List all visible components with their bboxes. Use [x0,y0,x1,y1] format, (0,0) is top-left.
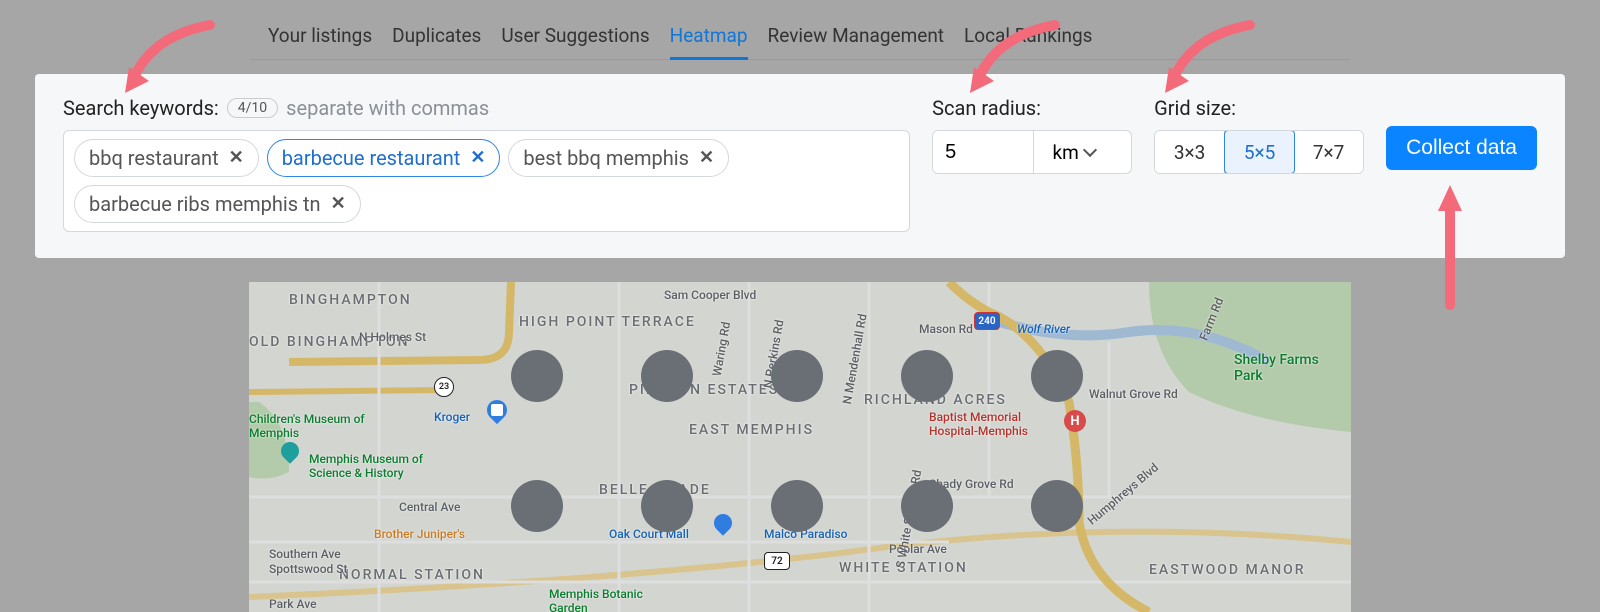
grid-label: Grid size: [1154,96,1236,120]
radius-label: Scan radius: [932,96,1041,120]
heatmap-dot [1031,480,1083,532]
heatmap-dot [901,350,953,402]
tab-your-listings[interactable]: Your listings [268,24,372,60]
keyword-chip-label: bbq restaurant [89,146,219,170]
close-icon[interactable]: ✕ [699,149,714,167]
tab-review-management[interactable]: Review Management [768,24,945,60]
radius-input[interactable] [933,131,1033,173]
grid-option-3x3[interactable]: 3×3 [1155,131,1225,173]
map-neighborhood: EASTWOOD MANOR [1149,562,1306,578]
heatmap-dot [771,350,823,402]
chevron-down-icon [1083,143,1097,157]
keyword-chip[interactable]: barbecue ribs memphis tn ✕ [74,185,361,223]
keywords-input[interactable]: bbq restaurant ✕ barbecue restaurant ✕ b… [63,130,910,232]
heatmap-dot [511,480,563,532]
map-preview[interactable]: BINGHAMPTON OLD BINGHAMPTON HIGH POINT T… [249,282,1351,612]
grid-option-5x5[interactable]: 5×5 [1224,130,1295,174]
keyword-chip[interactable]: best bbq memphis ✕ [508,139,729,177]
keyword-chip-label: barbecue ribs memphis tn [89,192,321,216]
map-road: Southern Ave [269,547,341,561]
map-neighborhood: EAST MEMPHIS [689,422,814,438]
heatmap-dot [641,350,693,402]
map-poi: Baptist Memorial Hospital-Memphis [929,410,1059,438]
grid-size-control: 3×3 5×5 7×7 [1154,130,1364,174]
keywords-counter: 4/10 [227,98,278,118]
map-road: Wolf River [1017,322,1070,336]
keyword-chip[interactable]: barbecue restaurant ✕ [267,139,501,177]
tabs: Your listings Duplicates User Suggestion… [250,0,1350,60]
map-road: Central Ave [399,500,460,514]
map-road: Sam Cooper Blvd [664,288,756,302]
collect-data-button[interactable]: Collect data [1386,126,1537,170]
heatmap-config-panel: Search keywords: 4/10 separate with comm… [35,74,1565,258]
map-poi: Kroger [434,410,470,424]
heatmap-dot [901,480,953,532]
keywords-column: Search keywords: 4/10 separate with comm… [63,96,910,232]
map-poi: Brother Juniper's [374,527,465,541]
radius-unit-value: km [1052,141,1078,164]
tabs-container: Your listings Duplicates User Suggestion… [0,0,1600,60]
map-neighborhood: NORMAL STATION [339,567,485,583]
close-icon[interactable]: ✕ [331,195,346,213]
keyword-chip-label: best bbq memphis [523,146,689,170]
map-poi: Memphis Botanic Garden [549,587,669,612]
map-poi: Children's Museum of Memphis [249,412,369,440]
highway-shield: 72 [764,552,790,570]
tab-local-rankings[interactable]: Local Rankings [964,24,1092,60]
close-icon[interactable]: ✕ [470,149,485,167]
grid-column: Grid size: 3×3 5×5 7×7 [1154,96,1364,174]
map-poi: Memphis Museum of Science & History [309,452,459,480]
tab-duplicates[interactable]: Duplicates [392,24,481,60]
highway-shield: 23 [434,377,454,397]
keyword-chip-label: barbecue restaurant [282,146,461,170]
tab-heatmap[interactable]: Heatmap [670,24,748,60]
keyword-chip[interactable]: bbq restaurant ✕ [74,139,259,177]
heatmap-dot [641,480,693,532]
tab-user-suggestions[interactable]: User Suggestions [501,24,649,60]
map-road: Mason Rd [919,322,973,336]
map-neighborhood: BINGHAMPTON [289,292,412,308]
close-icon[interactable]: ✕ [229,149,244,167]
map-neighborhood: HIGH POINT TERRACE [519,314,696,330]
radius-column: Scan radius: km [932,96,1132,174]
heatmap-dot [771,480,823,532]
map-road: N Holmes St [359,330,426,344]
radius-control: km [932,130,1132,174]
map-road: Park Ave [269,597,317,611]
map-pin-icon: H [1064,410,1086,432]
map-poi: Shelby Farms Park [1234,352,1324,384]
map-road: Spottswood St [269,562,348,576]
highway-shield: 240 [974,312,1000,330]
heatmap-dot [511,350,563,402]
radius-unit-select[interactable]: km [1033,131,1113,173]
keywords-hint: separate with commas [286,96,489,120]
map-road: Walnut Grove Rd [1089,387,1178,401]
keywords-label: Search keywords: [63,96,219,120]
grid-option-7x7[interactable]: 7×7 [1294,131,1363,173]
heatmap-dot [1031,350,1083,402]
